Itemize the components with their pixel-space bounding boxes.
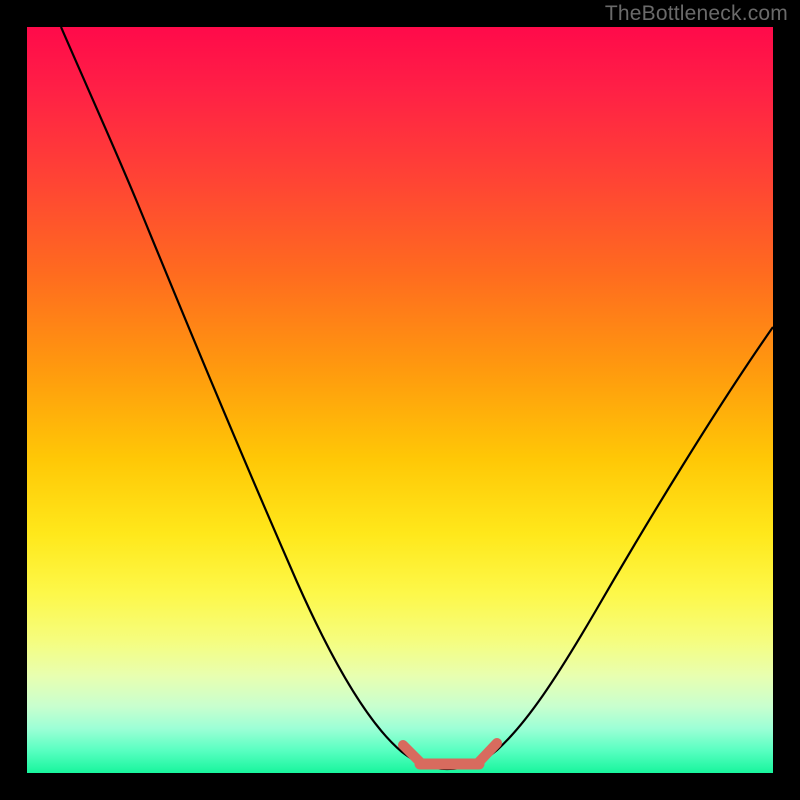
optimal-marker-right-arm: [479, 743, 497, 762]
chart-frame: TheBottleneck.com: [0, 0, 800, 800]
bottleneck-curve: [61, 27, 773, 769]
plot-area: [27, 27, 773, 773]
curve-layer: [27, 27, 773, 773]
watermark-label: TheBottleneck.com: [605, 2, 788, 26]
